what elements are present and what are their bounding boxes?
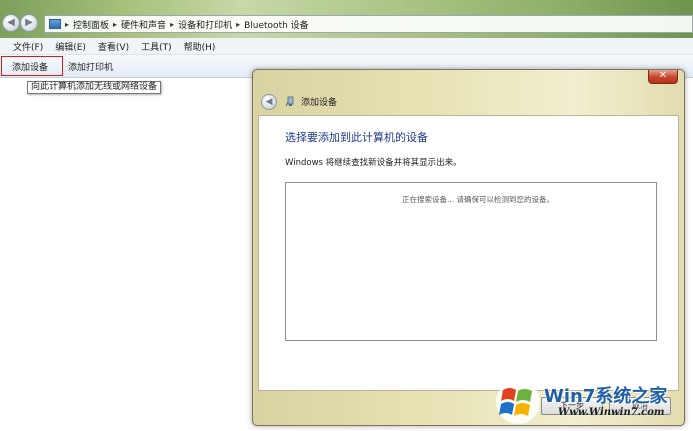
searching-status: 正在搜索设备... 请确保可以检测到您的设备。 [401,195,555,204]
forward-button[interactable]: ▶ [20,14,38,32]
menu-tools[interactable]: 工具(T) [135,40,178,53]
menu-view[interactable]: 查看(V) [92,40,135,53]
menu-help[interactable]: 帮助(H) [178,40,222,53]
menu-file[interactable]: 文件(F) [7,40,49,53]
dialog-title-row: 添加设备 [285,95,337,108]
site-watermark: Win7系统之家 Www.Winwin7.com [494,376,690,428]
breadcrumb-bluetooth-devices[interactable]: Bluetooth 设备 [244,18,309,31]
watermark-url: Www.Winwin7.com [558,407,665,418]
back-arrow-icon: ◀ [265,97,273,107]
close-button[interactable]: ✕ [648,70,678,84]
menu-edit[interactable]: 编辑(E) [49,40,92,53]
add-device-tooltip: 向此计算机添加无线或网络设备 [27,81,162,94]
add-device-button[interactable]: 添加设备 [1,56,63,76]
breadcrumb-separator-icon: ▸ [113,19,118,29]
breadcrumb-control-panel[interactable]: 控制面板 [73,18,109,31]
menu-bar: 文件(F) 编辑(E) 查看(V) 工具(T) 帮助(H) [0,38,693,55]
breadcrumb-separator-icon: ▸ [170,19,175,29]
address-bar-area: ◀ ▶ ▸ 控制面板 ▸ 硬件和声音 ▸ 设备和打印机 ▸ Bluetooth … [0,0,693,38]
breadcrumb-separator-icon: ▸ [236,19,241,29]
dialog-heading: 选择要添加到此计算机的设备 [285,131,428,144]
windows-logo-icon [494,376,542,429]
back-button[interactable]: ◀ [2,14,20,32]
device-list[interactable]: 正在搜索设备... 请确保可以检测到您的设备。 [285,182,657,341]
watermark-brand: Win7系统之家 [544,386,668,407]
dialog-title: 添加设备 [301,98,338,108]
breadcrumb-separator-icon: ▸ [65,19,70,29]
control-panel-icon [49,19,61,29]
add-device-icon [285,96,296,107]
add-device-label: 添加设备 [12,62,49,73]
dialog-content: 选择要添加到此计算机的设备 Windows 将继续查找新设备并将其显示出来。 正… [258,115,679,391]
back-arrow-icon: ◀ [7,17,15,28]
address-box[interactable]: ▸ 控制面板 ▸ 硬件和声音 ▸ 设备和打印机 ▸ Bluetooth 设备 [44,15,693,33]
dialog-back-button[interactable]: ◀ [261,94,277,110]
dialog-description: Windows 将继续查找新设备并将其显示出来。 [285,158,462,168]
close-icon: ✕ [658,70,668,81]
forward-arrow-icon: ▶ [25,17,33,28]
breadcrumb-devices-printers[interactable]: 设备和打印机 [178,18,232,31]
add-printer-button[interactable]: 添加打印机 [62,60,119,73]
breadcrumb-hardware-sound[interactable]: 硬件和声音 [121,18,166,31]
add-device-dialog: ✕ ◀ 添加设备 选择要添加到此计算机的设备 Windows 将继续查找新设备并… [252,69,685,426]
